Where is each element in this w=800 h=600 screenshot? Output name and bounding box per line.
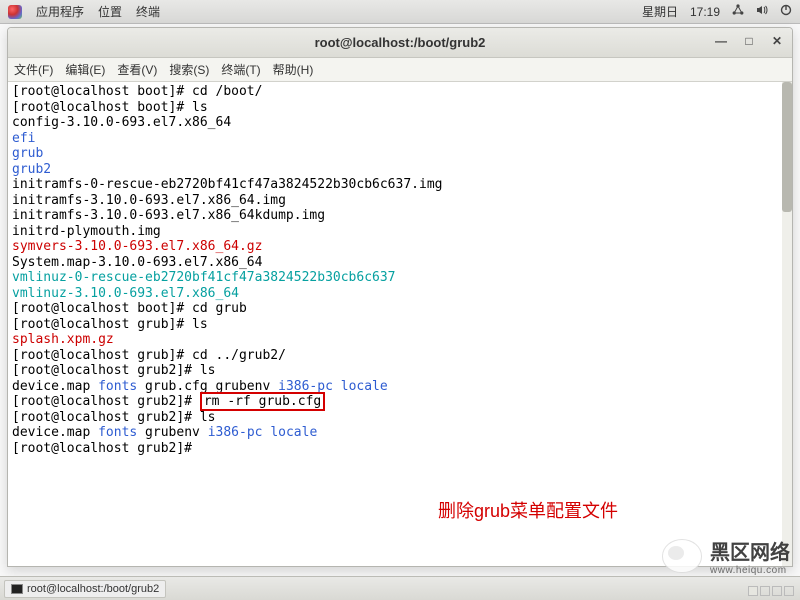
term-line: initramfs-3.10.0-693.el7.x86_64kdump.img	[12, 208, 788, 224]
watermark-url: www.heiqu.com	[710, 565, 790, 576]
terminal-window: root@localhost:/boot/grub2 — □ ✕ 文件(F) 编…	[7, 27, 793, 567]
term-line: [root@localhost grub2]# ls	[12, 363, 788, 379]
file-symvers: symvers-3.10.0-693.el7.x86_64.gz	[12, 239, 788, 255]
watermark: 黑区网络 www.heiqu.com	[662, 536, 790, 576]
topbar-left: 应用程序 位置 终端	[8, 3, 160, 20]
menubar: 文件(F) 编辑(E) 查看(V) 搜索(S) 终端(T) 帮助(H)	[8, 58, 792, 82]
dir-grub: grub	[12, 146, 788, 162]
dir-grub2: grub2	[12, 162, 788, 178]
term-line: config-3.10.0-693.el7.x86_64	[12, 115, 788, 131]
term-line: [root@localhost grub2]# ls	[12, 410, 788, 426]
maximize-button[interactable]: □	[740, 32, 758, 50]
dir-efi: efi	[12, 131, 788, 147]
watermark-icon	[662, 539, 702, 573]
topbar-right: 星期日 17:19	[642, 3, 792, 20]
scrollbar-track[interactable]	[782, 82, 792, 566]
menu-terminal[interactable]: 终端(T)	[221, 61, 260, 78]
term-line: initramfs-0-rescue-eb2720bf41cf47a382452…	[12, 177, 788, 193]
clock-time: 17:19	[690, 5, 720, 19]
watermark-title: 黑区网络	[710, 536, 790, 565]
term-line: [root@localhost grub2]# rm -rf grub.cfg	[12, 394, 788, 410]
highlighted-rm-command: rm -rf grub.cfg	[200, 392, 325, 411]
menu-view[interactable]: 查看(V)	[117, 61, 157, 78]
applications-icon[interactable]	[8, 5, 22, 19]
clock-day: 星期日	[642, 3, 678, 20]
menu-applications[interactable]: 应用程序	[36, 3, 84, 20]
file-vmlinuz: vmlinuz-3.10.0-693.el7.x86_64	[12, 286, 788, 302]
volume-icon[interactable]	[756, 4, 768, 19]
term-line: [root@localhost boot]# cd grub	[12, 301, 788, 317]
window-title: root@localhost:/boot/grub2	[315, 35, 486, 50]
taskbar: root@localhost:/boot/grub2	[0, 576, 800, 600]
taskbar-item-label: root@localhost:/boot/grub2	[27, 583, 159, 595]
minimize-button[interactable]: —	[712, 32, 730, 50]
term-line: [root@localhost boot]# ls	[12, 100, 788, 116]
terminal-icon	[11, 584, 23, 594]
file-vmlinuz-rescue: vmlinuz-0-rescue-eb2720bf41cf47a3824522b…	[12, 270, 788, 286]
term-line: [root@localhost grub2]#	[12, 441, 788, 457]
menu-file[interactable]: 文件(F)	[14, 61, 53, 78]
term-line: [root@localhost boot]# cd /boot/	[12, 84, 788, 100]
taskbar-item-terminal[interactable]: root@localhost:/boot/grub2	[4, 580, 166, 598]
workspace-pager[interactable]	[748, 586, 794, 596]
term-line: initramfs-3.10.0-693.el7.x86_64.img	[12, 193, 788, 209]
menu-terminal[interactable]: 终端	[136, 3, 160, 20]
close-button[interactable]: ✕	[768, 32, 786, 50]
term-line: [root@localhost grub]# ls	[12, 317, 788, 333]
term-line: device.map fonts grubenv i386-pc locale	[12, 425, 788, 441]
annotation-text: 删除grub菜单配置文件	[438, 504, 618, 520]
system-topbar: 应用程序 位置 终端 星期日 17:19	[0, 0, 800, 24]
file-splash: splash.xpm.gz	[12, 332, 788, 348]
power-icon[interactable]	[780, 4, 792, 19]
menu-places[interactable]: 位置	[98, 3, 122, 20]
term-line: System.map-3.10.0-693.el7.x86_64	[12, 255, 788, 271]
titlebar[interactable]: root@localhost:/boot/grub2 — □ ✕	[8, 28, 792, 58]
menu-edit[interactable]: 编辑(E)	[65, 61, 105, 78]
terminal-output[interactable]: [root@localhost boot]# cd /boot/ [root@l…	[8, 82, 792, 566]
term-line: initrd-plymouth.img	[12, 224, 788, 240]
scrollbar-thumb[interactable]	[782, 82, 792, 212]
menu-search[interactable]: 搜索(S)	[169, 61, 209, 78]
network-icon[interactable]	[732, 4, 744, 19]
term-line: device.map fonts grub.cfg grubenv i386-p…	[12, 379, 788, 395]
term-line: [root@localhost grub]# cd ../grub2/	[12, 348, 788, 364]
menu-help[interactable]: 帮助(H)	[273, 61, 314, 78]
